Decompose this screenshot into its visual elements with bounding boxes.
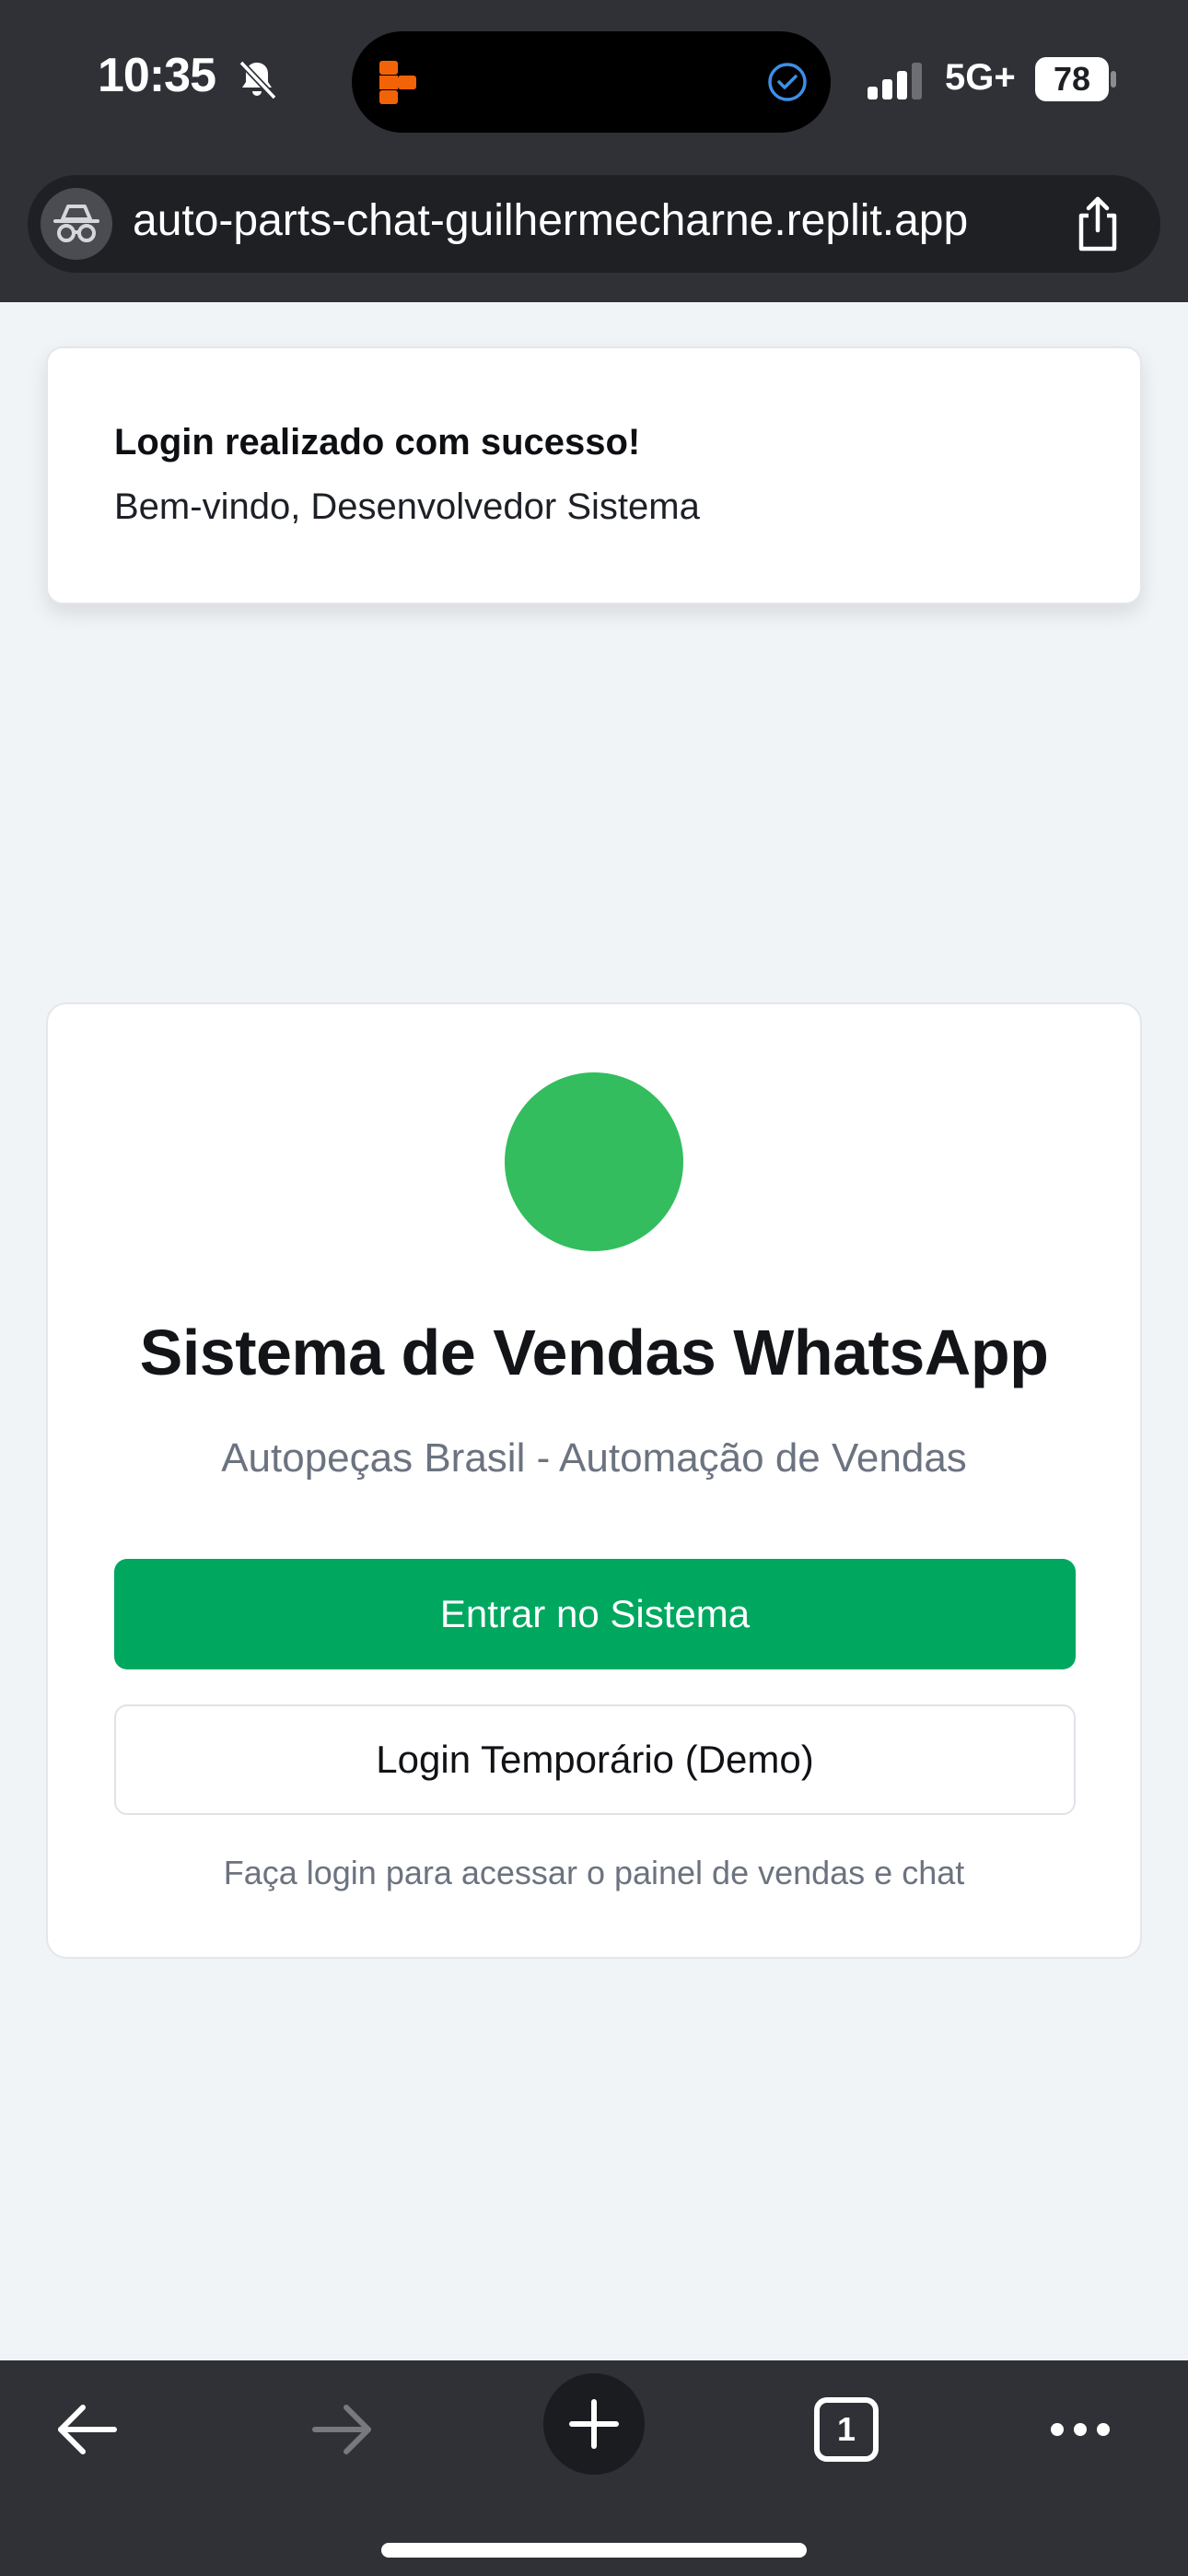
tab-count: 1 bbox=[836, 2410, 856, 2448]
dynamic-island bbox=[352, 31, 831, 133]
forward-button[interactable] bbox=[291, 2379, 392, 2480]
url-text[interactable]: auto-parts-chat-guilhermecharne.replit.a… bbox=[133, 195, 968, 246]
back-arrow-icon bbox=[58, 2405, 117, 2454]
toast-message: Bem-vindo, Desenvolvedor Sistema bbox=[114, 486, 700, 527]
demo-login-button[interactable]: Login Temporário (Demo) bbox=[114, 1704, 1076, 1815]
page-subtitle: Autopeças Brasil - Automação de Vendas bbox=[221, 1435, 967, 1481]
browser-toolbar: 1 bbox=[0, 2360, 1188, 2576]
status-time: 10:35 bbox=[98, 49, 216, 102]
success-toast: Login realizado com sucesso! Bem-vindo, … bbox=[46, 346, 1142, 604]
back-button[interactable] bbox=[37, 2379, 138, 2480]
new-tab-button[interactable] bbox=[543, 2373, 645, 2475]
tabs-button[interactable]: 1 bbox=[796, 2379, 897, 2480]
more-button[interactable] bbox=[1030, 2379, 1131, 2480]
network-label: 5G+ bbox=[945, 57, 1016, 98]
tabs-icon: 1 bbox=[814, 2397, 879, 2462]
logo-circle bbox=[505, 1072, 683, 1251]
enter-system-button[interactable]: Entrar no Sistema bbox=[114, 1559, 1076, 1669]
login-hint: Faça login para acessar o painel de vend… bbox=[223, 1854, 965, 1891]
browser-top-chrome: 10:35 5G+ 78 auto-parts-chat-guilhermech… bbox=[0, 0, 1188, 302]
plus-icon bbox=[569, 2399, 619, 2449]
page-title: Sistema de Vendas WhatsApp bbox=[139, 1317, 1049, 1388]
address-bar[interactable]: auto-parts-chat-guilhermecharne.replit.a… bbox=[28, 175, 1160, 273]
toast-title: Login realizado com sucesso! bbox=[114, 422, 641, 463]
bell-off-icon bbox=[239, 60, 277, 100]
home-indicator[interactable] bbox=[381, 2543, 807, 2558]
verified-icon bbox=[768, 63, 807, 101]
battery-level: 78 bbox=[1053, 60, 1091, 98]
replit-icon bbox=[379, 61, 416, 104]
signal-icon bbox=[868, 63, 922, 100]
share-icon[interactable] bbox=[1070, 195, 1125, 252]
more-icon bbox=[1051, 2423, 1110, 2436]
forward-arrow-icon bbox=[312, 2405, 371, 2454]
incognito-icon[interactable] bbox=[41, 188, 112, 260]
login-card: Sistema de Vendas WhatsApp Autopeças Bra… bbox=[46, 1002, 1142, 1959]
